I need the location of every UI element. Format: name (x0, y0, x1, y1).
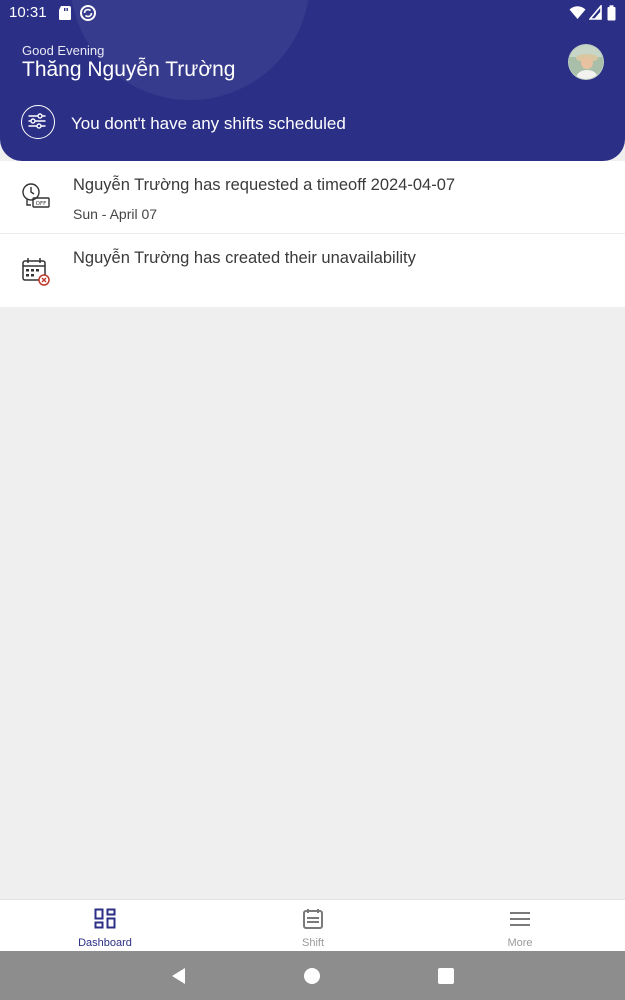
bottom-navigation: Dashboard Shift More (0, 899, 625, 951)
status-bar: 10:31 (0, 0, 625, 26)
dashboard-icon (94, 908, 116, 929)
header: 10:31 Good Evening Thăng Nguyễn Trường Y… (0, 0, 625, 161)
battery-icon (607, 5, 616, 21)
svg-text:OFF: OFF (36, 201, 47, 207)
nav-more[interactable]: More (460, 900, 580, 952)
activity-date: Sun - April 07 (73, 206, 158, 222)
filter-icon[interactable] (21, 105, 55, 139)
activity-list: OFF Nguyễn Trường has requested a timeof… (0, 161, 625, 307)
nav-label-dashboard: Dashboard (78, 937, 132, 949)
avatar-image (569, 45, 603, 79)
calendar-icon (303, 909, 323, 929)
system-navigation-bar (0, 951, 625, 1000)
activity-title: Nguyễn Trường has requested a timeoff 20… (73, 176, 456, 194)
list-item[interactable]: OFF Nguyễn Trường has requested a timeof… (0, 161, 625, 234)
nav-label-more: More (507, 937, 533, 949)
user-name: Thăng Nguyễn Trường (22, 58, 236, 81)
signal-icon (589, 5, 602, 20)
timeoff-icon: OFF (22, 183, 50, 208)
list-item[interactable]: Nguyễn Trường has created their unavaila… (0, 234, 625, 307)
wifi-icon (569, 6, 586, 19)
shift-status-text: You dont't have any shifts scheduled (71, 114, 346, 133)
status-time: 10:31 (9, 4, 47, 21)
sync-icon (80, 5, 96, 21)
sd-card-icon (59, 6, 71, 20)
activity-title: Nguyễn Trường has created their unavaila… (73, 249, 416, 267)
avatar[interactable] (568, 44, 604, 80)
shift-status-row[interactable]: You dont't have any shifts scheduled (21, 105, 601, 141)
nav-shift[interactable]: Shift (253, 900, 373, 952)
back-icon[interactable] (168, 965, 190, 987)
menu-icon (510, 912, 530, 926)
calendar-unavailable-icon (22, 258, 50, 286)
nav-label-shift: Shift (301, 937, 324, 949)
home-icon[interactable] (301, 965, 323, 987)
nav-dashboard[interactable]: Dashboard (45, 900, 165, 952)
greeting-text: Good Evening (22, 43, 105, 58)
recents-icon[interactable] (435, 965, 457, 987)
